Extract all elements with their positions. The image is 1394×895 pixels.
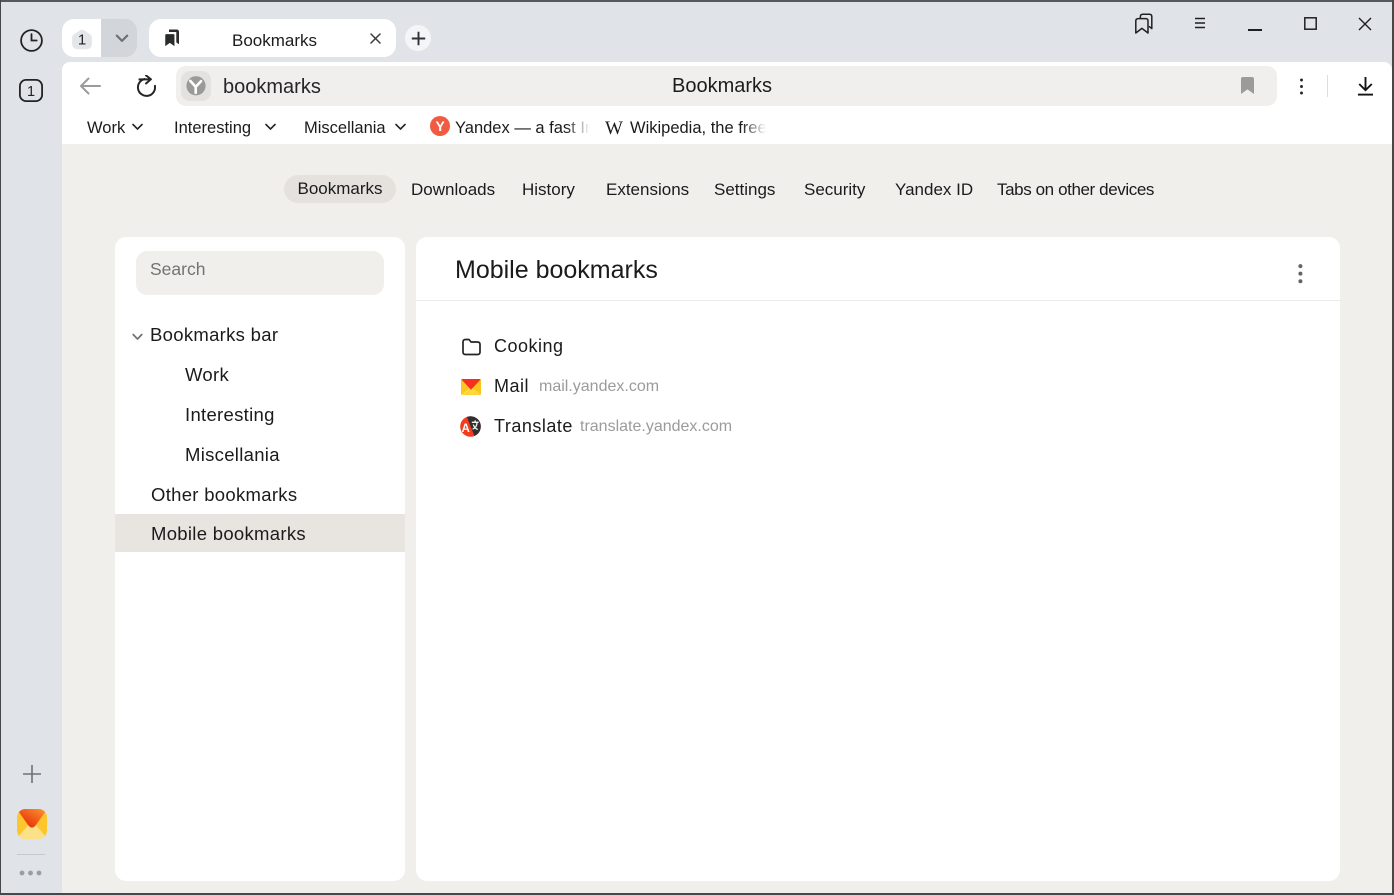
svg-text:A: A [461,423,469,435]
svg-text:1: 1 [77,32,85,49]
svg-text:Y: Y [436,118,446,134]
svg-text:1: 1 [27,84,35,100]
